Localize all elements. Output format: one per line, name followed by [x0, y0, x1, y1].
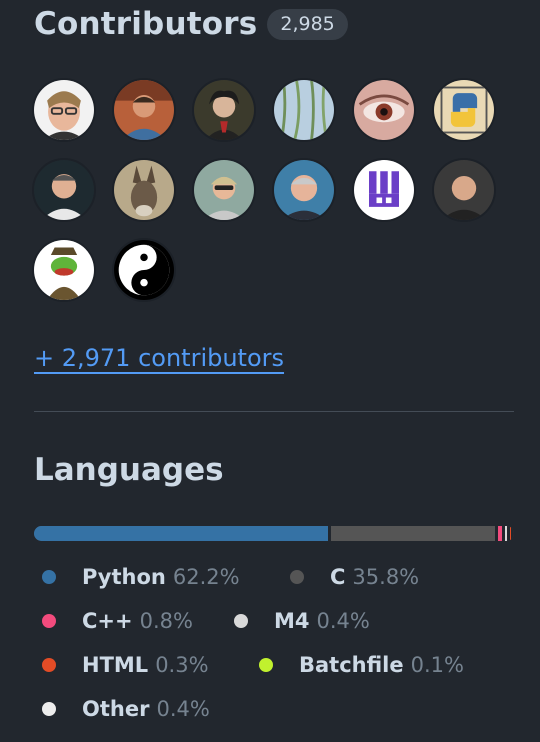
language-percent: 0.8%: [139, 609, 193, 633]
language-name: M4: [274, 609, 310, 633]
contributor-avatar[interactable]: [192, 78, 256, 142]
language-name: Batchfile: [299, 653, 404, 677]
contributor-avatar[interactable]: [272, 158, 336, 222]
contributor-avatar[interactable]: [432, 78, 496, 142]
language-percent: 62.2%: [172, 565, 240, 589]
contributor-avatar[interactable]: [112, 238, 176, 302]
language-item-html[interactable]: HTML 0.3%: [42, 653, 209, 677]
contributor-avatar[interactable]: [352, 158, 416, 222]
language-color-dot: [42, 570, 56, 584]
bar-segment-c: [331, 526, 496, 541]
contributors-title[interactable]: Contributors: [34, 6, 257, 42]
contributors-header: Contributors 2,985: [34, 6, 348, 42]
language-color-dot: [234, 614, 248, 628]
language-percent: 0.3%: [155, 653, 209, 677]
language-percent: 0.1%: [410, 653, 464, 677]
language-name: Python: [82, 565, 166, 589]
language-percent: 0.4%: [316, 609, 370, 633]
language-color-dot: [42, 702, 56, 716]
language-color-dot: [42, 614, 56, 628]
language-item-other: Other 0.4%: [42, 697, 210, 721]
contributor-avatar[interactable]: [32, 78, 96, 142]
language-color-dot: [259, 658, 273, 672]
language-item-c[interactable]: C 35.8%: [290, 565, 419, 589]
section-divider: [34, 411, 514, 412]
language-name: Other: [82, 697, 150, 721]
language-name: C++: [82, 609, 133, 633]
contributors-count-badge: 2,985: [267, 8, 348, 40]
language-item-python[interactable]: Python 62.2%: [42, 565, 240, 589]
language-percent: 0.4%: [156, 697, 210, 721]
language-color-dot: [290, 570, 304, 584]
language-percent: 35.8%: [352, 565, 420, 589]
language-item-m4[interactable]: M4 0.4%: [234, 609, 370, 633]
more-contributors-link[interactable]: + 2,971 contributors: [34, 344, 284, 372]
languages-title: Languages: [34, 452, 224, 488]
language-name: HTML: [82, 653, 149, 677]
contributor-avatar[interactable]: [352, 78, 416, 142]
contributor-avatar[interactable]: [112, 158, 176, 222]
languages-progress-bar: [34, 526, 514, 541]
contributor-avatar[interactable]: [272, 78, 336, 142]
contributor-avatar[interactable]: [32, 158, 96, 222]
bar-segment-python: [34, 526, 329, 541]
contributor-avatar[interactable]: [32, 238, 96, 302]
contributor-avatar[interactable]: [192, 158, 256, 222]
language-item-cpp[interactable]: C++ 0.8%: [42, 609, 193, 633]
language-item-batchfile[interactable]: Batchfile 0.1%: [259, 653, 464, 677]
language-name: C: [330, 565, 346, 589]
contributor-avatar[interactable]: [432, 158, 496, 222]
contributor-avatar[interactable]: [112, 78, 176, 142]
language-color-dot: [42, 658, 56, 672]
